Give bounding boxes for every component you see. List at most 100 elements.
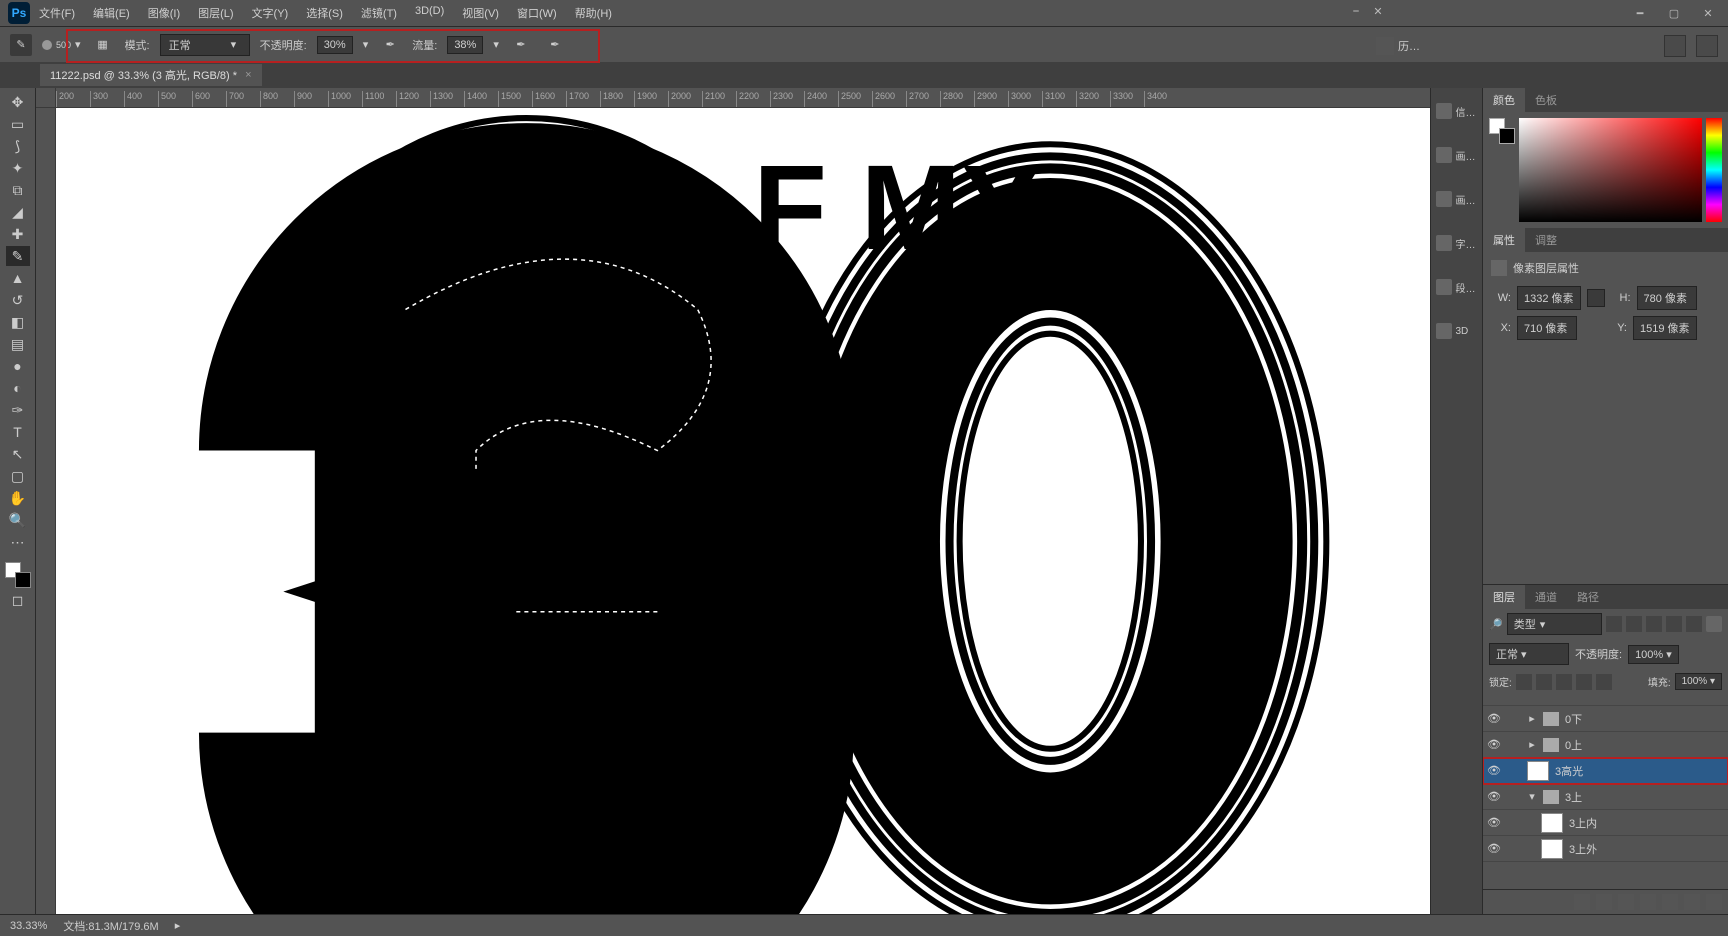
layer-name[interactable]: 0上 [1565, 737, 1582, 753]
quickmask-tool[interactable]: ◻ [6, 590, 30, 610]
marquee-tool[interactable]: ▭ [6, 114, 30, 134]
close-icon[interactable]: ✕ [1692, 2, 1724, 24]
collapsed-panel-button[interactable]: 字… [1436, 232, 1478, 254]
filter-type-icon[interactable] [1646, 616, 1662, 632]
tab-close-icon[interactable]: × [245, 69, 251, 81]
gradient-tool[interactable]: ▤ [6, 334, 30, 354]
properties-tab[interactable]: 属性 [1483, 228, 1525, 252]
menu-item[interactable]: 图像(I) [139, 1, 189, 25]
blur-tool[interactable]: ● [6, 356, 30, 376]
zoom-status[interactable]: 33.33% [10, 920, 47, 932]
visibility-icon[interactable]: 👁 [1487, 790, 1501, 804]
layer-name[interactable]: 3上外 [1569, 841, 1597, 857]
bg-swatch[interactable] [1499, 128, 1515, 144]
layer-blend-select[interactable]: 正常 ▾ [1489, 643, 1569, 665]
menu-item[interactable]: 视图(V) [453, 1, 508, 25]
layer-item[interactable]: 👁▾3上 [1483, 784, 1728, 810]
eraser-tool[interactable]: ◧ [6, 312, 30, 332]
collapsed-panel-button[interactable]: 画… [1436, 144, 1478, 166]
color-picker-field[interactable] [1519, 118, 1702, 222]
hue-slider[interactable] [1706, 118, 1722, 222]
disclosure-icon[interactable]: ▾ [1527, 790, 1537, 803]
collapsed-panel-button[interactable]: 信… [1436, 100, 1478, 122]
ruler-horizontal[interactable]: 2003004005006007008009001000110012001300… [56, 88, 1430, 108]
channels-tab[interactable]: 通道 [1525, 585, 1567, 609]
visibility-icon[interactable]: 👁 [1487, 816, 1501, 830]
type-tool[interactable]: T [6, 422, 30, 442]
chevron-right-icon[interactable]: ▸ [175, 919, 181, 932]
clone-stamp-tool[interactable]: ▲ [6, 268, 30, 288]
crop-tool[interactable]: ⧉ [6, 180, 30, 200]
minimize-icon[interactable]: ━ [1624, 2, 1656, 24]
workspace-switcher-icon[interactable] [1696, 35, 1718, 57]
new-layer-icon[interactable] [1684, 894, 1700, 910]
menu-item[interactable]: 3D(D) [406, 1, 453, 25]
layer-item-partial[interactable] [1483, 694, 1728, 706]
hand-tool[interactable]: ✋ [6, 488, 30, 508]
paths-tab[interactable]: 路径 [1567, 585, 1609, 609]
layer-thumb[interactable] [1541, 813, 1563, 833]
link-layers-icon[interactable] [1574, 894, 1590, 910]
fill-input[interactable]: 100% ▾ [1675, 673, 1722, 690]
visibility-icon[interactable]: 👁 [1487, 712, 1501, 726]
color-tab[interactable]: 颜色 [1483, 88, 1525, 112]
menu-item[interactable]: 窗口(W) [508, 1, 566, 25]
filter-shape-icon[interactable] [1666, 616, 1682, 632]
menu-item[interactable]: 编辑(E) [84, 1, 139, 25]
menu-item[interactable]: 滤镜(T) [352, 1, 406, 25]
dodge-tool[interactable]: ◐ [6, 378, 30, 398]
layer-item[interactable]: 👁 3上外 [1483, 836, 1728, 862]
menu-item[interactable]: 文字(Y) [243, 1, 298, 25]
disclosure-icon[interactable]: ▸ [1527, 738, 1537, 751]
flow-value-input[interactable]: 38% [447, 36, 483, 54]
h-value[interactable]: 780 像素 [1637, 286, 1697, 310]
disclosure-icon[interactable]: ▸ [1527, 712, 1537, 725]
eyedropper-tool[interactable]: ◢ [6, 202, 30, 222]
history-brush-tool[interactable]: ↺ [6, 290, 30, 310]
current-tool-icon[interactable]: ✎ [10, 34, 32, 56]
menu-item[interactable]: 文件(F) [30, 1, 84, 25]
filter-adjust-icon[interactable] [1626, 616, 1642, 632]
menu-item[interactable]: 选择(S) [297, 1, 352, 25]
x-value[interactable]: 710 像素 [1517, 316, 1577, 340]
lasso-tool[interactable]: ⟆ [6, 136, 30, 156]
color-swatches[interactable] [5, 562, 31, 588]
ruler-corner[interactable] [36, 88, 56, 108]
lock-pos-icon[interactable] [1556, 674, 1572, 690]
chevron-down-icon[interactable]: ▾ [363, 38, 369, 51]
pressure-opacity-icon[interactable]: ✒ [378, 34, 402, 56]
layer-name[interactable]: 3上内 [1569, 815, 1597, 831]
layer-filter-select[interactable]: 类型▾ [1507, 613, 1602, 635]
document-tab[interactable]: 11222.psd @ 33.3% (3 高光, RGB/8) * × [40, 64, 262, 86]
brush-tool[interactable]: ✎ [6, 246, 30, 266]
adjustments-tab[interactable]: 调整 [1525, 228, 1567, 252]
brush-panel-toggle-icon[interactable]: ▦ [91, 34, 115, 56]
edit-toolbar[interactable]: ⋯ [6, 532, 30, 552]
move-tool[interactable]: ✥ [6, 92, 30, 112]
filter-smart-icon[interactable] [1686, 616, 1702, 632]
layers-tab[interactable]: 图层 [1483, 585, 1525, 609]
lock-artboard-icon[interactable] [1576, 674, 1592, 690]
layer-thumb[interactable] [1541, 839, 1563, 859]
pressure-size-icon[interactable]: ✒ [543, 34, 567, 56]
blend-mode-select[interactable]: 正常 ▾ [160, 34, 250, 56]
link-wh-icon[interactable] [1587, 289, 1605, 307]
layer-item[interactable]: 👁 ▸ 0下 [1483, 706, 1728, 732]
fx-icon[interactable] [1596, 894, 1612, 910]
lock-trans-icon[interactable] [1516, 674, 1532, 690]
brush-preset-picker[interactable]: 500 ▾ [42, 38, 81, 51]
group-icon[interactable] [1662, 894, 1678, 910]
canvas[interactable]: F MY THI S ES T I S P [56, 108, 1430, 914]
history-panel-button[interactable]: 历… [1376, 32, 1420, 60]
chevron-down-icon[interactable]: ▾ [493, 38, 499, 51]
filter-pixel-icon[interactable] [1606, 616, 1622, 632]
adjustment-layer-icon[interactable] [1640, 894, 1656, 910]
layer-name[interactable]: 0下 [1565, 711, 1582, 727]
pen-tool[interactable]: ✑ [6, 400, 30, 420]
layer-item[interactable]: 👁 3上内 [1483, 810, 1728, 836]
opacity-value-input[interactable]: 30% [317, 36, 353, 54]
path-select-tool[interactable]: ↖ [6, 444, 30, 464]
maximize-icon[interactable]: ▢ [1658, 2, 1690, 24]
layer-thumb[interactable] [1527, 761, 1549, 781]
visibility-icon[interactable]: 👁 [1487, 842, 1501, 856]
